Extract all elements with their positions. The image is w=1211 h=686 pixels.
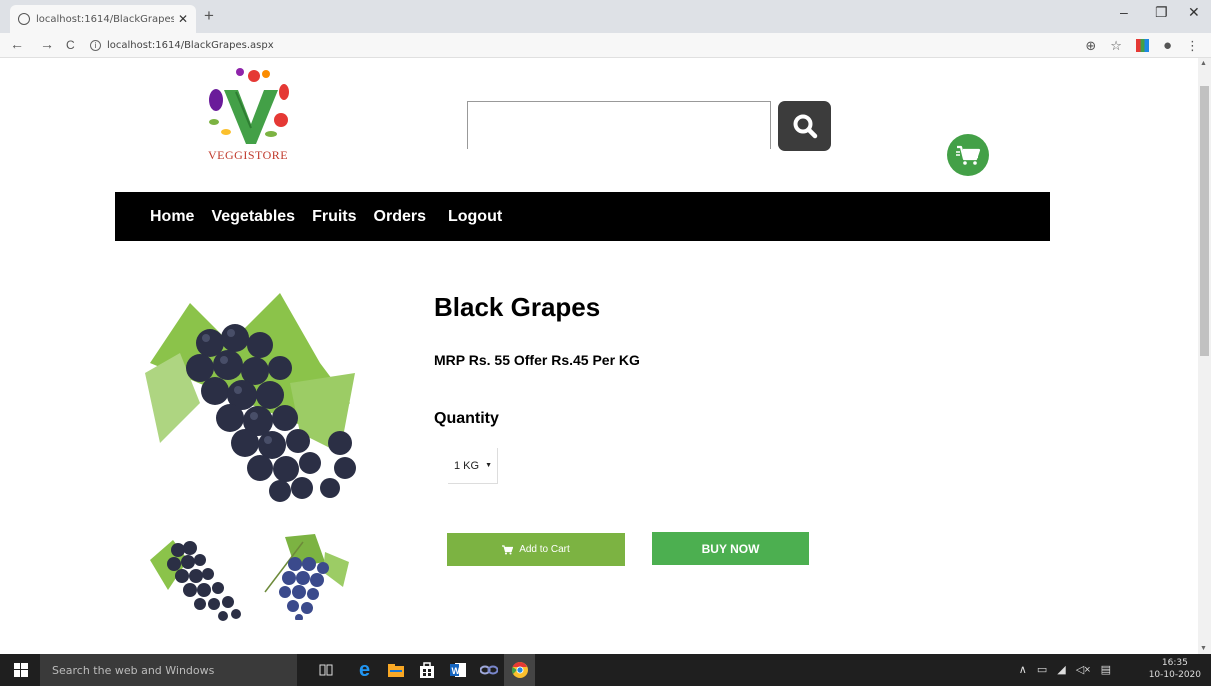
minimize-button[interactable]: – [1120, 4, 1128, 20]
clock-time: 16:35 [1161, 658, 1188, 668]
forward-button[interactable]: → [40, 36, 54, 52]
tab-title: localhost:1614/BlackGrapes.aspx [36, 13, 174, 25]
windows-start-icon[interactable] [14, 663, 28, 677]
svg-text:W: W [451, 666, 460, 676]
cart-button[interactable] [947, 134, 989, 176]
edge-icon[interactable]: e [349, 654, 380, 686]
product-price: MRP Rs. 55 Offer Rs.45 Per KG [434, 352, 640, 368]
dropdown-arrow-icon: ▼ [485, 462, 493, 469]
extension-icon[interactable] [1135, 39, 1149, 52]
taskbar-search[interactable]: Search the web and Windows [40, 654, 297, 686]
browser-tab[interactable]: localhost:1614/BlackGrapes.aspx ✕ [10, 5, 196, 33]
search-button[interactable] [778, 101, 831, 151]
close-window-button[interactable]: ✕ [1188, 4, 1200, 21]
nav-logout[interactable]: Logout [448, 208, 502, 226]
product-thumbnail-1[interactable] [148, 530, 244, 622]
browser-toolbar-icons: ⊕ ☆ ● ⋮ [1085, 37, 1199, 54]
product-thumbnail-2[interactable] [255, 532, 351, 620]
taskbar-apps: e W [310, 654, 535, 686]
search-input[interactable] [467, 101, 771, 149]
buy-now-button[interactable]: BUY NOW [652, 532, 809, 565]
new-tab-button[interactable]: + [204, 6, 214, 26]
back-button[interactable]: ← [10, 36, 24, 52]
taskbar-clock[interactable]: 16:35 10-10-2020 [1149, 657, 1201, 681]
tab-close-icon[interactable]: ✕ [178, 12, 188, 26]
address-bar: ← → C i localhost:1614/BlackGrapes.aspx … [0, 33, 1211, 58]
quantity-selected-value: 1 KG [454, 459, 480, 472]
scrollbar-thumb[interactable] [1200, 86, 1209, 356]
reload-button[interactable]: C [66, 38, 75, 52]
product-title: Black Grapes [434, 292, 601, 322]
maximize-button[interactable]: ❐ [1155, 4, 1168, 21]
logo-text: VEGGISTORE [208, 148, 289, 162]
nav-vegetables[interactable]: Vegetables [211, 208, 295, 226]
main-navbar: Home Vegetables Fruits Orders Logout [115, 192, 1050, 241]
cart-icon [956, 145, 981, 165]
browser-tab-bar: localhost:1614/BlackGrapes.aspx ✕ + – ❐ … [0, 0, 1211, 33]
url-text: localhost:1614/BlackGrapes.aspx [107, 39, 274, 51]
chrome-icon[interactable] [504, 654, 535, 686]
bookmark-star-icon[interactable]: ☆ [1110, 38, 1122, 54]
tray-chevron-icon[interactable]: ∧ [1019, 663, 1027, 676]
windows-taskbar: Search the web and Windows e W ∧ ▭ ◢ ◁× … [0, 654, 1211, 686]
menu-icon[interactable]: ⋮ [1186, 38, 1199, 54]
notifications-icon[interactable]: ▤ [1101, 663, 1111, 676]
buy-now-label: BUY NOW [701, 541, 760, 556]
scroll-up-icon[interactable]: ▲ [1200, 60, 1207, 67]
file-explorer-icon[interactable] [380, 654, 411, 686]
quantity-label: Quantity [434, 410, 499, 427]
system-tray: ∧ ▭ ◢ ◁× ▤ [1019, 663, 1111, 676]
scroll-down-icon[interactable]: ▼ [1200, 645, 1207, 652]
info-icon[interactable]: i [90, 39, 101, 51]
app-icon[interactable] [473, 654, 504, 686]
globe-icon [18, 13, 30, 25]
zoom-icon[interactable]: ⊕ [1085, 38, 1096, 54]
task-view-icon[interactable] [310, 654, 341, 686]
nav-home[interactable]: Home [150, 208, 194, 226]
add-to-cart-button[interactable]: Add to Cart [447, 533, 625, 566]
battery-icon[interactable]: ▭ [1037, 663, 1047, 676]
add-to-cart-label: Add to Cart [519, 544, 570, 555]
profile-icon[interactable]: ● [1163, 37, 1172, 54]
page-scrollbar[interactable]: ▲ ▼ [1198, 58, 1211, 654]
search-icon [793, 114, 817, 139]
network-icon[interactable]: ◢ [1057, 663, 1065, 676]
url-field[interactable]: i localhost:1614/BlackGrapes.aspx [90, 35, 1066, 55]
word-icon[interactable]: W [442, 654, 473, 686]
store-icon[interactable] [411, 654, 442, 686]
volume-icon[interactable]: ◁× [1076, 663, 1091, 676]
product-main-image [145, 293, 356, 502]
nav-orders[interactable]: Orders [374, 208, 426, 226]
quantity-select[interactable]: 1 KG ▼ [448, 448, 498, 484]
cart-icon [502, 544, 514, 554]
nav-fruits[interactable]: Fruits [312, 208, 356, 226]
clock-date: 10-10-2020 [1148, 670, 1201, 680]
